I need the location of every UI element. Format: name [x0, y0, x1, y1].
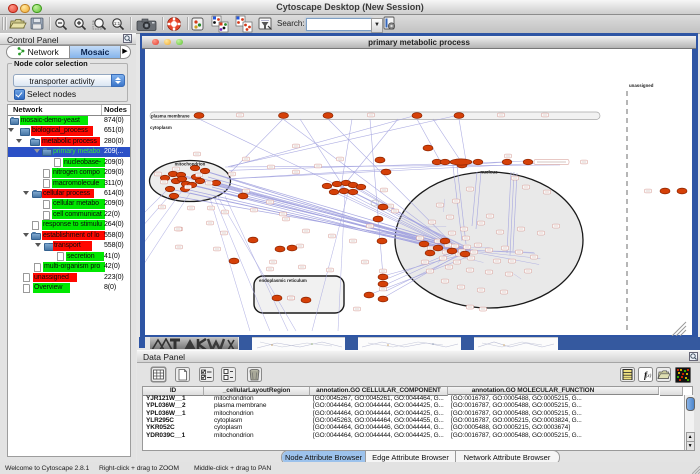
svg-text:mitochondrion: mitochondrion [175, 161, 206, 166]
svg-text:cytoplasm: cytoplasm [150, 125, 172, 130]
svg-text:unassigned: unassigned [629, 83, 654, 88]
svg-text:plasma membrane: plasma membrane [151, 113, 190, 118]
svg-text:endoplasmic reticulum: endoplasmic reticulum [259, 278, 307, 283]
svg-text:nucleus: nucleus [480, 169, 498, 174]
svg-text:1:1: 1:1 [114, 21, 121, 26]
svg-text:(x): (x) [646, 374, 652, 379]
